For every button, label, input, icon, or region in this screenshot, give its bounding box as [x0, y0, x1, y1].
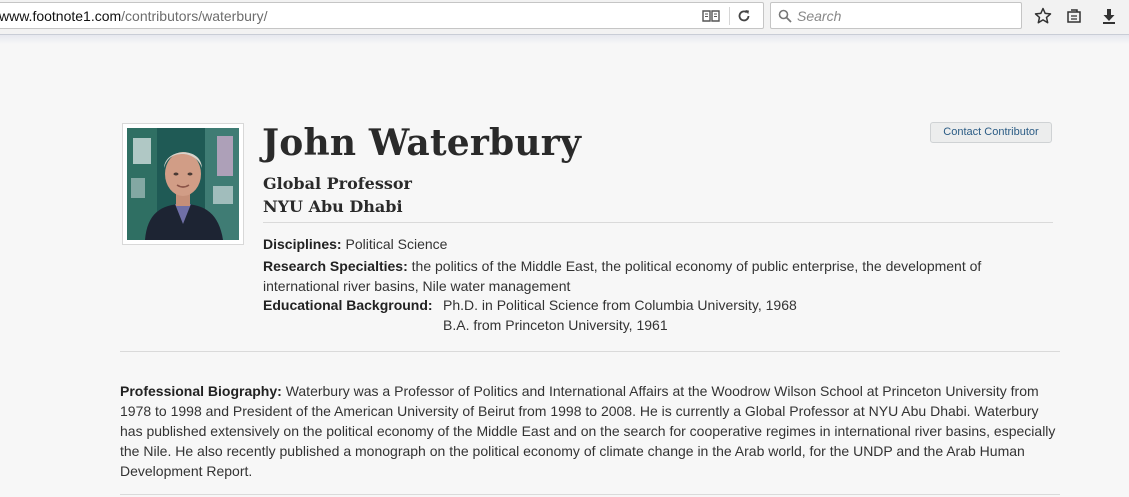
biography-label: Professional Biography:	[120, 383, 282, 399]
education-item: Ph.D. in Political Science from Columbia…	[443, 297, 797, 313]
portrait-image	[127, 128, 239, 240]
browser-toolbar: www.footnote1.com/contributors/waterbury…	[0, 0, 1129, 35]
research-row: Research Specialties: the politics of th…	[263, 256, 1013, 296]
disciplines-row: Disciplines: Political Science	[263, 234, 1043, 254]
divider	[120, 494, 1060, 495]
url-path: /contributors/waterbury/	[121, 8, 268, 24]
bookmark-star-icon[interactable]	[1031, 5, 1055, 27]
reader-view-icon[interactable]	[699, 6, 723, 26]
biography: Professional Biography: Waterbury was a …	[120, 381, 1060, 481]
bookmarks-menu-icon[interactable]	[1062, 5, 1086, 27]
toolbar-shadow	[0, 35, 1129, 44]
education-label: Educational Background:	[263, 297, 433, 313]
contributor-name: John Waterbury	[262, 122, 582, 164]
contact-contributor-button[interactable]: Contact Contributor	[930, 122, 1052, 143]
research-label: Research Specialties:	[263, 258, 408, 274]
search-input[interactable]: Search	[797, 8, 841, 24]
profile-photo	[122, 123, 244, 245]
contributor-institution: NYU Abu Dhabi	[263, 197, 403, 216]
divider	[263, 222, 1053, 223]
url-separator	[729, 7, 730, 25]
education-item: B.A. from Princeton University, 1961	[443, 317, 668, 333]
address-bar[interactable]: www.footnote1.com/contributors/waterbury…	[0, 2, 764, 29]
url-text[interactable]: www.footnote1.com/contributors/waterbury…	[0, 8, 267, 24]
divider	[120, 351, 1060, 352]
search-icon	[778, 9, 792, 28]
downloads-icon[interactable]	[1097, 5, 1121, 27]
search-bar[interactable]: Search	[770, 2, 1022, 29]
contributor-title: Global Professor	[263, 174, 412, 193]
disciplines-value: Political Science	[345, 236, 448, 252]
reload-icon[interactable]	[732, 6, 756, 26]
disciplines-label: Disciplines:	[263, 236, 342, 252]
url-domain: www.footnote1.com	[0, 8, 122, 24]
